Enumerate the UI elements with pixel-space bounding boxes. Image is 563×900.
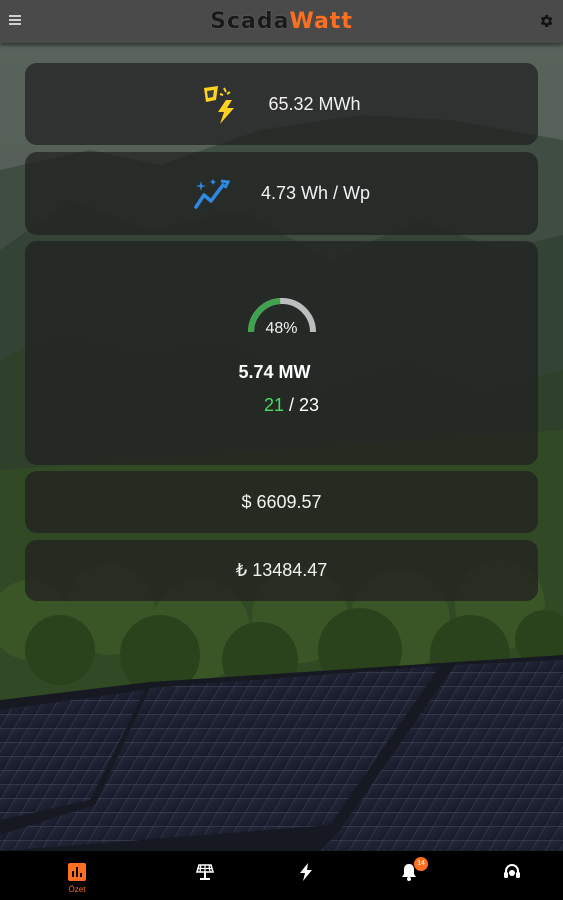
hamburger-icon[interactable] — [9, 15, 21, 27]
revenue-usd-card[interactable]: $ 6609.57 — [25, 471, 538, 533]
gauge-percent: 48% — [265, 320, 298, 337]
energy-value: 65.32 MWh — [268, 93, 361, 114]
logo-text-scada: Scada — [210, 9, 290, 34]
power-value: 5.74 MW — [238, 362, 311, 382]
top-app-bar: ScadaWatt — [0, 0, 563, 43]
inverter-count: 21 / 23 — [264, 395, 319, 416]
nav-plants[interactable] — [175, 851, 235, 900]
yield-card[interactable]: 4.73 Wh / Wp — [25, 152, 538, 235]
bar-chart-icon — [68, 863, 86, 881]
nav-power[interactable] — [276, 851, 336, 900]
nav-dashboard[interactable]: Özet — [47, 851, 107, 900]
total-count: 23 — [299, 395, 320, 415]
power-gauge: 48% — [246, 292, 318, 342]
alarm-badge: 14 — [414, 857, 428, 871]
headset-icon — [504, 864, 520, 878]
nav-dashboard-label: Özet — [68, 885, 86, 894]
revenue-try-value: ₺ 13484.47 — [235, 560, 328, 580]
power-card[interactable]: 48% 5.74 MW 21 / 23 — [25, 241, 538, 465]
app-logo: ScadaWatt — [210, 9, 353, 34]
nav-alarms[interactable]: 14 — [379, 851, 439, 900]
yield-value: 4.73 Wh / Wp — [260, 183, 371, 203]
solar-plant-icon — [196, 864, 214, 880]
nav-support[interactable] — [482, 851, 542, 900]
count-separator: / — [288, 395, 294, 415]
sun-bolt-icon — [204, 86, 235, 124]
energy-card[interactable]: 65.32 MWh — [25, 63, 538, 145]
revenue-try-card[interactable]: ₺ 13484.47 — [25, 540, 538, 601]
revenue-usd-value: $ 6609.57 — [241, 491, 322, 512]
gear-icon[interactable] — [538, 13, 554, 29]
logo-text-watt: Watt — [289, 9, 353, 34]
bolt-icon — [300, 863, 312, 881]
bottom-navigation: Özet 14 — [0, 851, 563, 900]
active-count: 21 — [263, 395, 284, 415]
trend-sparkle-icon — [194, 178, 231, 209]
